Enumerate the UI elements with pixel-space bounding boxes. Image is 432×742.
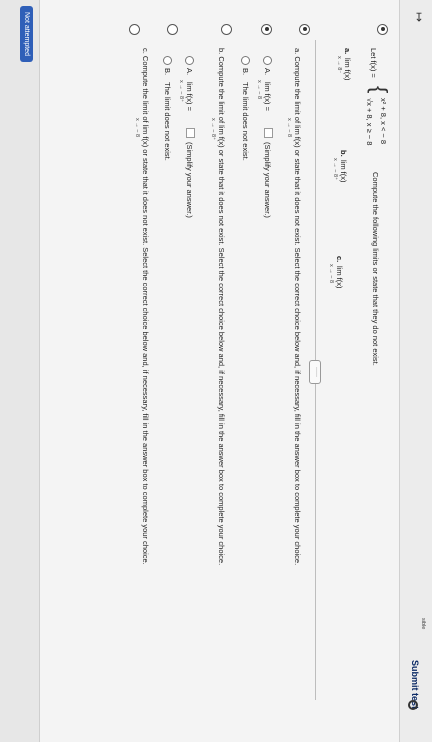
section-a-choice-a-sub: x → − 8	[256, 80, 262, 100]
piece-1: x² + 8, x < − 8	[379, 98, 388, 145]
exit-arrow-icon[interactable]: ↦	[412, 12, 426, 22]
section-b-choice-b-text: The limit does not exist.	[163, 82, 172, 161]
section-c-prompt-sub: x → − 8	[134, 118, 140, 138]
gear-icon[interactable]	[408, 700, 418, 710]
part-b-label: b.	[339, 150, 348, 157]
section-a-choice-b-text: The limit does not exist.	[241, 82, 250, 161]
section-b-choice-a-letter: A.	[185, 68, 194, 76]
part-a-sub: x → 8⁻	[336, 56, 342, 74]
question-marker-1[interactable]	[377, 24, 388, 35]
instruction-text: Compute the following limits or state th…	[371, 172, 380, 366]
question-marker-3[interactable]	[261, 24, 272, 35]
section-b-prompt-sub: x → − 8⁺	[210, 118, 216, 141]
section-a-choice-b-letter: B.	[241, 68, 250, 76]
section-a-choice-a-text: lim f(x) =	[263, 82, 272, 111]
piecewise-brace: {	[367, 86, 392, 94]
section-a-prompt-sub: x → − 8	[286, 118, 292, 138]
section-a-choice-a-radio[interactable]	[263, 56, 272, 65]
question-marker-4[interactable]	[221, 24, 232, 35]
section-c-prompt: c. Compute the limit of lim f(x) or stat…	[141, 48, 150, 565]
question-marker-5[interactable]	[167, 24, 178, 35]
nav-fragment: sible	[420, 618, 426, 630]
bottom-bar: Not attempted	[0, 0, 40, 742]
piece-2: √x + 8, x ≥ − 8	[365, 98, 374, 146]
part-c-label: c.	[335, 256, 344, 263]
rotated-screen: ↦ sible Submit test Let f(x) = { x² + 8,…	[0, 0, 432, 742]
section-a-prompt: a. Compute the limit of lim f(x) or stat…	[293, 48, 302, 566]
expand-dots-button[interactable]: ·····	[309, 360, 321, 384]
let-prefix: Let f(x) =	[369, 48, 378, 78]
section-b-choice-b-radio[interactable]	[163, 56, 172, 65]
question-marker-2[interactable]	[299, 24, 310, 35]
part-c-sub: x → − 8	[328, 264, 334, 284]
section-b-choice-a-sub: x → − 8⁺	[178, 80, 184, 103]
section-a-answer-box[interactable]	[264, 128, 273, 138]
section-a-choice-b-radio[interactable]	[241, 56, 250, 65]
section-b-choice-b-letter: B.	[163, 68, 172, 76]
section-b-choice-a-hint: (Simplify your answer.)	[185, 142, 194, 218]
question-marker-6[interactable]	[129, 24, 140, 35]
part-a-label: a.	[343, 48, 352, 55]
part-b-sub: x → − 8⁺	[332, 158, 338, 181]
section-b-answer-box[interactable]	[186, 128, 195, 138]
part-c-expr: lim f(x)	[335, 266, 344, 289]
section-b-choice-a-text: lim f(x) =	[185, 82, 194, 111]
section-b-prompt: b. Compute the limit of lim f(x) or stat…	[217, 48, 226, 566]
part-a-expr: lim f(x)	[343, 58, 352, 81]
section-b-choice-a-radio[interactable]	[185, 56, 194, 65]
part-b-expr: lim f(x)	[339, 160, 348, 183]
top-bar: ↦ sible Submit test	[399, 0, 432, 742]
status-badge: Not attempted	[20, 6, 33, 62]
section-a-choice-a-letter: A.	[263, 68, 272, 76]
section-a-choice-a-hint: (Simplify your answer.)	[263, 142, 272, 218]
